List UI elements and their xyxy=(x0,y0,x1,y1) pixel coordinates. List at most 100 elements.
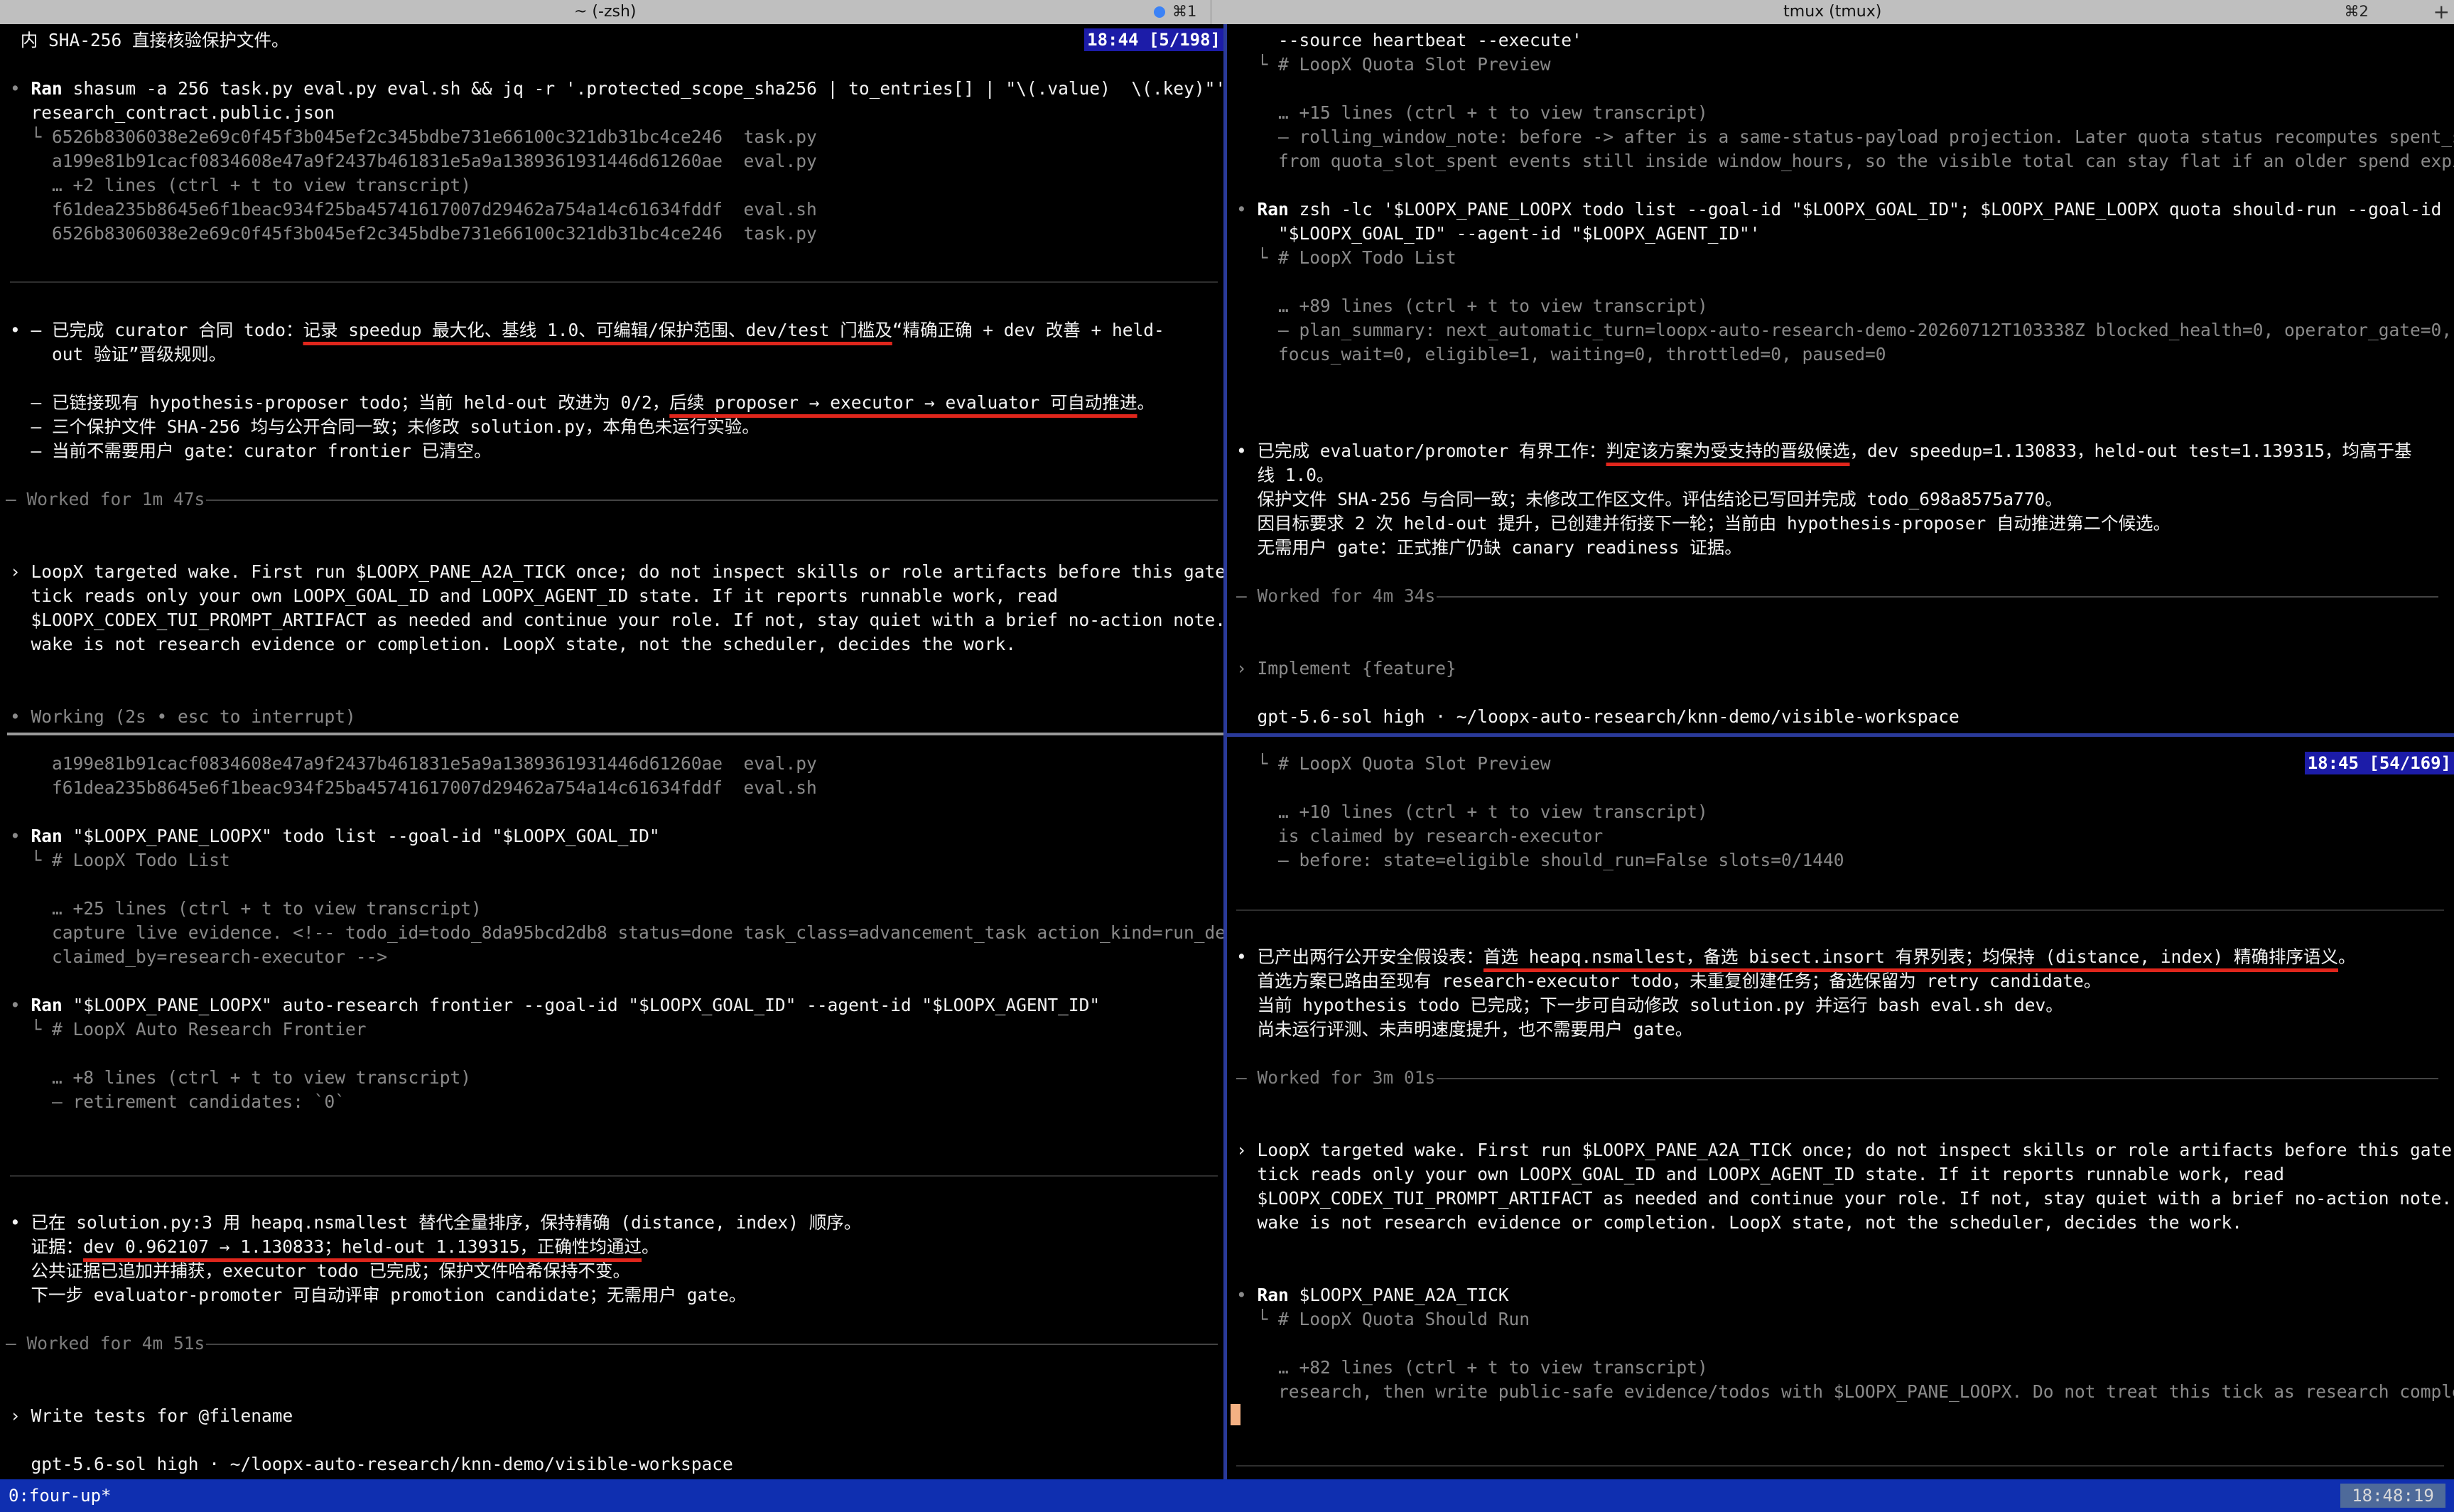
wake-message-line: tick reads only your own LOOPX_GOAL_ID a… xyxy=(10,585,1059,606)
tab-tmux[interactable]: tmux (tmux) ⌘2 + xyxy=(1211,0,2454,24)
wake-message-line: wake is not research evidence or complet… xyxy=(1236,1212,2243,1233)
output-line: 内 SHA-256 直接核验保护文件。 xyxy=(10,30,289,50)
command-output-line: focus_wait=0, eligible=1, waiting=0, thr… xyxy=(1236,344,1886,364)
summary-suffix: ，dev speedup=1.130833，held-out test=1.13… xyxy=(1849,441,2412,461)
command-output-line: └ # LoopX Quota Slot Preview xyxy=(1236,54,1551,75)
pane-separator-horizontal-right[interactable] xyxy=(1227,733,2454,737)
command-output-line: └ # LoopX Todo List xyxy=(10,850,230,870)
command-output-line: … +2 lines (ctrl + t to view transcript) xyxy=(10,175,472,195)
command-output-line: a199e81b91cacf0834608e47a9f2437b461831e5… xyxy=(10,151,817,171)
pane-bottom-left[interactable]: a199e81b91cacf0834608e47a9f2437b461831e5… xyxy=(0,738,1223,1479)
pane-position-badge: 18:45 [54/169] xyxy=(2304,752,2454,774)
command-output-line: … +82 lines (ctrl + t to view transcript… xyxy=(1236,1357,1708,1378)
command-output-line: 6526b8306038e2e69c0f45f3b045ef2c345bdbe7… xyxy=(10,223,817,244)
ran-command-line: • Ran $LOOPX_PANE_A2A_TICK xyxy=(1236,1283,1509,1307)
pane-bottom-right[interactable]: 18:45 [54/169] └ # LoopX Quota Slot Prev… xyxy=(1231,738,2454,1479)
summary-line: 因目标要求 2 次 held-out 提升，已创建并衔接下一轮；当前由 hypo… xyxy=(1236,513,2171,534)
bullet-icon: • xyxy=(10,78,21,99)
tab-zsh-shortcut: ⌘1 xyxy=(1172,3,1197,20)
command-output-line: └ # LoopX Quota Should Run xyxy=(1236,1309,1530,1329)
ran-label: Ran xyxy=(31,826,63,846)
summary-line: 证据：dev 0.962107 → 1.130833；held-out 1.13… xyxy=(10,1235,659,1259)
summary-line: – 已链接现有 hypothesis-proposer todo；当前 held… xyxy=(10,391,1155,415)
divider xyxy=(10,1175,1218,1177)
wake-message-line: › LoopX targeted wake. First run $LOOPX_… xyxy=(10,561,1223,582)
summary-line: 线 1.0。 xyxy=(1236,465,1334,485)
summary-suffix: 。 xyxy=(2338,946,2356,967)
working-status: • Working (2s • esc to interrupt) xyxy=(10,706,356,727)
summary-line: • 已完成 evaluator/promoter 有界工作：判定该方案为受支持的… xyxy=(1236,439,2412,463)
bullet-icon: • xyxy=(10,995,21,1015)
summary-line: • – 已完成 curator 合同 todo：记录 speedup 最大化、基… xyxy=(10,318,1164,342)
summary-line: 尚未运行评测、未声明速度提升，也不需要用户 gate。 xyxy=(1236,1019,1693,1040)
summary-suffix: 。 xyxy=(1137,392,1155,413)
terminal-cursor[interactable] xyxy=(1231,1404,1240,1425)
pane-top-right[interactable]: --source heartbeat --execute' └ # LoopX … xyxy=(1231,24,2454,735)
summary-line: – 当前不需要用户 gate：curator frontier 已清空。 xyxy=(10,441,492,461)
pane-separator-horizontal-left[interactable] xyxy=(7,733,1223,735)
command-output-line: └ 6526b8306038e2e69c0f45f3b045ef2c345bdb… xyxy=(10,126,817,147)
ran-command-line: • Ran "$LOOPX_PANE_LOOPX" todo list --go… xyxy=(10,824,660,848)
ran-label: Ran xyxy=(1257,1285,1289,1305)
command-output-line: – before: state=eligible should_run=Fals… xyxy=(1236,850,1844,870)
ran-command-line: • Ran zsh -lc '$LOOPX_PANE_LOOPX todo li… xyxy=(1236,198,2441,222)
summary-line: 当前 hypothesis todo 已完成；下一步可自动修改 solution… xyxy=(1236,995,2063,1015)
composer-prompt[interactable]: › Write tests for @filename xyxy=(10,1404,293,1428)
summary-prefix: 证据： xyxy=(10,1236,84,1257)
divider xyxy=(10,281,1218,283)
divider xyxy=(1236,1465,2444,1467)
command-output-line: – plan_summary: next_automatic_turn=loop… xyxy=(1236,320,2453,340)
pane-top-left[interactable]: 18:44 [5/198] 内 SHA-256 直接核验保护文件。 • Ran … xyxy=(0,24,1223,735)
command-text: $LOOPX_PANE_A2A_TICK xyxy=(1299,1285,1509,1305)
command-output-line: └ # LoopX Auto Research Frontier xyxy=(10,1019,367,1040)
command-continuation: research_contract.public.json xyxy=(10,102,335,123)
composer-prompt[interactable]: › Implement {feature} xyxy=(1236,657,1456,681)
highlighted-text: 后续 proposer → executor → evaluator 可自动推进 xyxy=(669,392,1137,413)
command-text: "$LOOPX_PANE_LOOPX" auto-research fronti… xyxy=(72,995,1101,1015)
command-output-line: … +89 lines (ctrl + t to view transcript… xyxy=(1236,296,1708,316)
summary-prefix: • – 已完成 curator 合同 todo： xyxy=(10,320,303,340)
command-continuation: --source heartbeat --execute' xyxy=(1236,30,1582,50)
command-output-line: … +8 lines (ctrl + t to view transcript) xyxy=(10,1067,472,1088)
command-output-line: └ # LoopX Quota Slot Preview xyxy=(1236,753,1551,774)
tmux-session-window[interactable]: 0:four-up* xyxy=(9,1484,112,1508)
summary-line: 下一步 evaluator-promoter 可自动评审 promotion c… xyxy=(10,1285,747,1305)
worked-duration: – Worked for 4m 34s xyxy=(1236,585,1447,606)
command-output-line: – rolling_window_note: before -> after i… xyxy=(1236,126,2454,147)
tab-tmux-shortcut: ⌘2 xyxy=(2344,3,2369,20)
worked-rule xyxy=(1437,1078,2438,1079)
tab-tmux-title: tmux (tmux) xyxy=(1783,3,1882,21)
command-output-line: capture live evidence. <!-- todo_id=todo… xyxy=(10,922,1223,943)
command-output-line: is claimed by research-executor xyxy=(1236,826,1604,846)
pane-separator-vertical[interactable] xyxy=(1223,24,1227,1479)
summary-line: 首选方案已路由至现有 research-executor todo，未重复创建任… xyxy=(1236,971,2102,991)
command-text: shasum -a 256 task.py eval.py eval.sh &&… xyxy=(72,78,1223,99)
command-output-line: claimed_by=research-executor --> xyxy=(10,946,388,967)
wake-message-line: $LOOPX_CODEX_TUI_PROMPT_ARTIFACT as need… xyxy=(10,610,1224,630)
highlighted-text: 首选 heapq.nsmallest，备选 bisect.insort 有界列表… xyxy=(1483,946,2339,967)
new-tab-icon[interactable]: + xyxy=(2433,0,2450,23)
model-status-line: gpt-5.6-sol high · ~/loopx-auto-research… xyxy=(10,1454,733,1474)
summary-prefix: • 已完成 evaluator/promoter 有界工作： xyxy=(1236,441,1606,461)
window-tab-bar: ~ (-zsh) ⌘1 tmux (tmux) ⌘2 + xyxy=(0,0,2454,24)
ran-label: Ran xyxy=(31,78,63,99)
highlighted-text: dev 0.962107 → 1.130833；held-out 1.13931… xyxy=(83,1236,642,1257)
worked-rule xyxy=(1437,596,2438,598)
command-output-line: – retirement candidates: `0` xyxy=(10,1091,346,1112)
highlighted-text: 记录 speedup 最大化、基线 1.0、可编辑/保护范围、dev/test … xyxy=(303,320,892,340)
tab-zsh[interactable]: ~ (-zsh) ⌘1 xyxy=(0,0,1211,24)
worked-rule xyxy=(206,1344,1218,1345)
command-output-line: a199e81b91cacf0834608e47a9f2437b461831e5… xyxy=(10,753,817,774)
divider xyxy=(1236,909,2444,911)
ran-label: Ran xyxy=(31,995,63,1015)
command-output-line: from quota_slot_spent events still insid… xyxy=(1236,151,2454,171)
summary-suffix: 。 xyxy=(642,1236,659,1257)
wake-message-line: $LOOPX_CODEX_TUI_PROMPT_ARTIFACT as need… xyxy=(1236,1188,2454,1209)
command-output-line: … +10 lines (ctrl + t to view transcript… xyxy=(1236,801,1708,822)
worked-duration: – Worked for 3m 01s xyxy=(1236,1067,1447,1088)
command-continuation: "$LOOPX_GOAL_ID" --agent-id "$LOOPX_AGEN… xyxy=(1236,223,1761,244)
tab-zsh-title: ~ (-zsh) xyxy=(574,3,637,21)
worked-duration: – Worked for 1m 47s xyxy=(6,489,216,509)
wake-message-line: wake is not research evidence or complet… xyxy=(10,634,1017,654)
bullet-icon: • xyxy=(1236,1285,1247,1305)
